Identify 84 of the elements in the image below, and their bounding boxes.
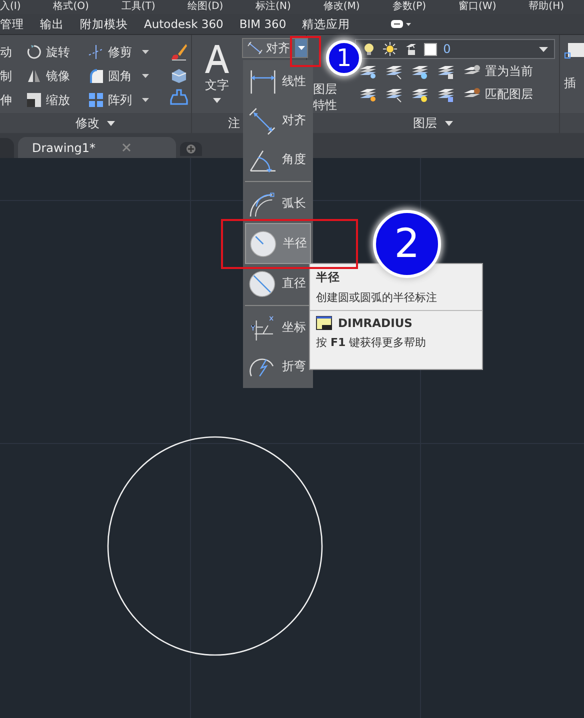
dimension-menu-item[interactable]: 角度 xyxy=(245,140,311,179)
panel-title[interactable]: 修改 xyxy=(75,114,100,132)
fillet-icon xyxy=(88,68,104,84)
dimension-menu-item[interactable]: 半径 xyxy=(245,223,311,264)
bulb-icon xyxy=(362,42,376,56)
layer-tool-icon[interactable] xyxy=(385,86,404,102)
new-tab-button[interactable] xyxy=(180,142,202,156)
menu-item[interactable]: 标注(N) xyxy=(256,0,291,14)
layer-tool-icon[interactable] xyxy=(411,64,430,80)
panel-title[interactable]: 插 xyxy=(564,75,584,92)
menu-item[interactable]: 格式(O) xyxy=(53,0,89,14)
layer-properties-button[interactable]: 图层特性 xyxy=(313,81,344,113)
dimension-menu-item[interactable]: 线性 xyxy=(245,62,311,101)
dimension-dropdown[interactable]: 对齐 xyxy=(242,38,308,58)
brush-icon[interactable] xyxy=(170,43,188,61)
plus-icon xyxy=(186,144,196,154)
dimension-menu-item[interactable]: 折弯 xyxy=(245,347,311,386)
sun-icon xyxy=(382,41,398,57)
layer-action-button[interactable]: 匹配图层 xyxy=(463,86,534,103)
menu-item[interactable]: 帮助(H) xyxy=(528,0,564,14)
aligned-dimension-icon xyxy=(247,41,263,55)
layer-tool-icon[interactable] xyxy=(437,86,456,102)
blocks-icon[interactable] xyxy=(170,67,188,83)
layer-tool-icon[interactable] xyxy=(411,86,430,102)
caret-icon[interactable] xyxy=(142,98,149,102)
panel-title[interactable]: 图层 xyxy=(413,114,438,132)
caret-icon[interactable] xyxy=(142,50,149,54)
modify-tool[interactable]: 修剪 xyxy=(88,43,162,61)
stamp-icon[interactable] xyxy=(170,89,188,105)
modify-tool[interactable]: 阵列 xyxy=(88,91,162,109)
menu-item[interactable]: 修改(M) xyxy=(323,0,360,14)
dimension-menu-item[interactable]: 坐标 xyxy=(245,308,311,347)
array-icon xyxy=(88,92,104,108)
panel-title[interactable]: 注 xyxy=(228,114,240,132)
layer-dropdown[interactable]: 0 xyxy=(355,39,555,59)
layer-tool-icon[interactable] xyxy=(437,64,456,80)
layer-tool-icon[interactable] xyxy=(359,86,378,102)
rotate-icon xyxy=(26,44,42,60)
modify-tool[interactable]: 旋转 xyxy=(26,43,88,61)
menu-item[interactable]: 绘图(D) xyxy=(188,0,224,14)
menu-item[interactable]: 窗口(W) xyxy=(458,0,496,14)
tooltip-title: 半径 xyxy=(316,270,341,285)
ribbon-tab[interactable]: Autodesk 360 xyxy=(144,17,224,31)
help-hint: 按 F1 键获得更多帮助 xyxy=(316,335,428,350)
aligned-dimension-icon xyxy=(248,106,278,136)
dimension-menu-item[interactable]: 弧长 xyxy=(245,184,311,223)
menu-item[interactable]: 入(I) xyxy=(0,0,21,14)
lock-icon xyxy=(404,42,418,56)
text-icon xyxy=(202,43,231,73)
command-name: DIMRADIUS xyxy=(338,316,412,330)
caret-icon[interactable] xyxy=(107,120,116,126)
modify-tool[interactable]: 制 xyxy=(0,67,26,85)
caret-icon xyxy=(212,98,221,103)
command-icon xyxy=(316,316,332,330)
ribbon-tab[interactable]: 输出 xyxy=(40,16,64,32)
modify-tool[interactable]: 缩放 xyxy=(26,91,88,109)
caret-icon xyxy=(539,46,548,52)
ribbon-tab[interactable]: 附加模块 xyxy=(80,16,128,32)
ribbon-tab[interactable]: BIM 360 xyxy=(239,17,286,31)
modify-tool[interactable]: 圆角 xyxy=(88,67,162,85)
trim-icon xyxy=(88,44,104,60)
radius-dimension-icon xyxy=(249,228,279,258)
ribbon-tab[interactable]: 管理 xyxy=(0,16,24,32)
modify-tool[interactable]: 动 xyxy=(0,43,26,61)
dimension-menu-item[interactable]: 对齐 xyxy=(245,101,311,140)
caret-icon[interactable] xyxy=(142,74,149,78)
scale-icon xyxy=(26,92,42,108)
layer-action-button[interactable]: 置为当前 xyxy=(463,63,534,80)
layer-tool-icon[interactable] xyxy=(385,64,404,80)
text-tool-button[interactable]: 文字 xyxy=(202,39,232,113)
tooltip-description: 创建圆或圆弧的半径标注 xyxy=(316,290,438,305)
ribbon-tab[interactable]: 精选应用 xyxy=(302,16,350,32)
menu-item[interactable]: 参数(P) xyxy=(392,0,426,14)
mirror-icon xyxy=(26,68,42,84)
color-swatch xyxy=(424,42,438,56)
layer-tool-icon[interactable] xyxy=(359,64,378,80)
caret-icon[interactable] xyxy=(295,39,307,57)
modify-tool[interactable]: 镜像 xyxy=(26,67,88,85)
diameter-dimension-icon xyxy=(248,268,278,298)
caret-icon[interactable] xyxy=(445,120,454,126)
modify-tool[interactable]: 伸 xyxy=(0,91,26,109)
highlight-frame xyxy=(290,36,321,67)
document-tab[interactable]: Drawing1* xyxy=(18,137,176,158)
menu-item[interactable]: 工具(T) xyxy=(121,0,156,14)
